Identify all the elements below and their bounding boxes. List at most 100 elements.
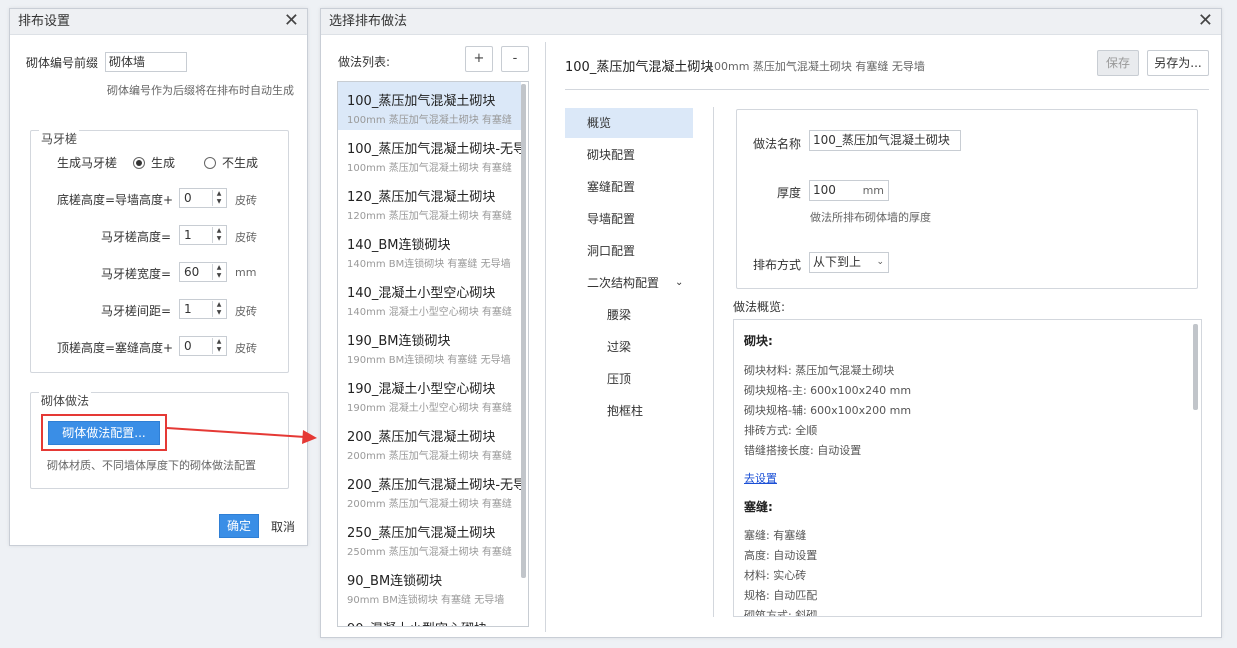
list-item[interactable]: 100_蒸压加气混凝土砌块-无导 100mm 蒸压加气混凝土砌块 有塞缝 (338, 130, 526, 178)
stepper-arrows-icon[interactable]: ▲ ▼ (212, 301, 225, 317)
nav-secondary-structure[interactable]: 二次结构配置 ⌄ (565, 268, 693, 298)
overview-label: 做法概览: (733, 300, 786, 314)
close-icon[interactable]: ✕ (1198, 9, 1213, 33)
dialog-title-bar: 排布设置 ✕ (10, 9, 307, 35)
masonry-method-hint: 砌体材质、不同墙体厚度下的砌体做法配置 (47, 459, 256, 472)
unit-label: 皮砖 (235, 342, 257, 355)
toothing-spacing-label: 马牙槎间距= (101, 304, 172, 318)
nav-coping[interactable]: 压顶 (565, 364, 693, 394)
bottom-toothing-label: 底槎高度=导墙高度+ (57, 193, 174, 207)
save-as-button[interactable]: 另存为... (1147, 50, 1209, 76)
nav-guide-wall-config[interactable]: 导墙配置 (565, 204, 693, 234)
cancel-button[interactable]: 取消 (271, 518, 295, 535)
unit-label: 皮砖 (235, 194, 257, 207)
method-list[interactable]: 100_蒸压加气混凝土砌块 100mm 蒸压加气混凝土砌块 有塞缝 100_蒸压加… (337, 81, 529, 627)
nav-block-config[interactable]: 砌块配置 (565, 140, 693, 170)
toothing-group-title: 马牙槎 (39, 130, 80, 147)
top-toothing-label: 顶槎高度=塞缝高度+ (57, 341, 174, 355)
dialog-title: 选择排布做法 (329, 14, 408, 29)
toothing-height-label: 马牙槎高度= (101, 230, 172, 244)
thickness-input[interactable]: 100 mm (809, 180, 889, 201)
overview-row: 规格: 自动匹配 (744, 589, 818, 602)
list-item[interactable]: 200_蒸压加气混凝土砌块 200mm 蒸压加气混凝土砌块 有塞缝 (338, 418, 521, 466)
block-section-title: 砌块: (744, 334, 773, 348)
divider (565, 89, 1209, 90)
stepper-arrows-icon[interactable]: ▲ ▼ (212, 190, 225, 206)
overview-row: 高度: 自动设置 (744, 549, 818, 562)
go-settings-link[interactable]: 去设置 (744, 470, 777, 486)
radio-checked-icon (133, 157, 145, 169)
list-item[interactable]: 190_BM连锁砌块 190mm BM连锁砌块 有塞缝 无导墙 (338, 322, 521, 370)
stepper-arrows-icon[interactable]: ▲ ▼ (212, 264, 225, 280)
chevron-down-icon[interactable]: ⌄ (675, 268, 683, 298)
unit-label: 皮砖 (235, 305, 257, 318)
nav-waist-beam[interactable]: 腰梁 (565, 300, 693, 330)
overview-row: 砌块材料: 蒸压加气混凝土砌块 (744, 364, 895, 377)
overview-panel: 砌块: 砌块材料: 蒸压加气混凝土砌块 砌块规格-主: 600x100x240 … (733, 319, 1202, 617)
overview-row: 砌筑方式: 斜砌 (744, 609, 818, 617)
list-item[interactable]: 120_蒸压加气混凝土砌块 120mm 蒸压加气混凝土砌块 有塞缝 (338, 178, 521, 226)
toothing-width-label: 马牙槎宽度= (101, 267, 172, 281)
divider (713, 107, 714, 617)
prefix-hint: 砌体编号作为后缀将在排布时自动生成 (107, 84, 294, 97)
list-scrollbar[interactable] (521, 84, 526, 578)
prefix-label: 砌体编号前缀 (26, 56, 99, 70)
nav-frame-column[interactable]: 抱框柱 (565, 396, 693, 426)
overview-row: 错缝搭接长度: 自动设置 (744, 444, 862, 457)
generate-toothing-label: 生成马牙槎 (57, 156, 118, 170)
overview-row: 材料: 实心砖 (744, 569, 807, 582)
top-toothing-stepper[interactable]: 0 ▲ ▼ (179, 336, 227, 356)
dialog-title: 排布设置 (18, 14, 71, 29)
list-item[interactable]: 200_蒸压加气混凝土砌块-无导 200mm 蒸压加气混凝土砌块 有塞缝 (338, 466, 526, 514)
method-name-input[interactable]: 100_蒸压加气混凝土砌块 (809, 130, 961, 151)
overview-row: 砌块规格-主: 600x100x240 mm (744, 384, 912, 397)
close-icon[interactable]: ✕ (284, 9, 299, 33)
dialog-title-bar: 选择排布做法 ✕ (321, 9, 1221, 35)
list-item[interactable]: 190_混凝土小型空心砌块 190mm 混凝土小型空心砌块 有塞缝 (338, 370, 521, 418)
chevron-down-icon: ⌄ (876, 257, 884, 267)
overview-scrollbar[interactable] (1193, 324, 1198, 410)
remove-method-button[interactable]: - (501, 46, 529, 72)
select-method-dialog: 选择排布做法 ✕ 做法列表: + - 100_蒸压加气混凝土砌块 100mm 蒸压… (320, 8, 1222, 638)
overview-row: 排砖方式: 全顺 (744, 424, 818, 437)
overview-row: 砌块规格-辅: 600x100x200 mm (744, 404, 912, 417)
list-item[interactable]: 90_混凝土小型空心砌块 (338, 610, 521, 626)
nav-overview[interactable]: 概览 (565, 108, 693, 138)
stepper-arrows-icon[interactable]: ▲ ▼ (212, 338, 225, 354)
toothing-width-stepper[interactable]: 60 ▲ ▼ (179, 262, 227, 282)
divider (545, 42, 546, 632)
radio-unchecked-icon (204, 157, 216, 169)
method-header-name: 100_蒸压加气混凝土砌块 (565, 60, 714, 75)
toothing-height-stepper[interactable]: 1 ▲ ▼ (179, 225, 227, 245)
layout-settings-dialog: 排布设置 ✕ 砌体编号前缀 砌体墙 砌体编号作为后缀将在排布时自动生成 马牙槎 … (9, 8, 308, 546)
ok-button[interactable]: 确定 (219, 514, 259, 538)
toothing-spacing-stepper[interactable]: 1 ▲ ▼ (179, 299, 227, 319)
method-name-label: 做法名称 (753, 137, 802, 151)
list-item[interactable]: 100_蒸压加气混凝土砌块 100mm 蒸压加气混凝土砌块 有塞缝 (338, 82, 521, 130)
save-button[interactable]: 保存 (1097, 50, 1139, 76)
unit-label: mm (235, 266, 257, 279)
bottom-toothing-stepper[interactable]: 0 ▲ ▼ (179, 188, 227, 208)
list-item[interactable]: 140_混凝土小型空心砌块 140mm 混凝土小型空心砌块 有塞缝 (338, 274, 521, 322)
red-arrow-icon (166, 427, 317, 444)
layout-direction-select[interactable]: 从下到上 ⌄ (809, 252, 889, 273)
radio-not-generate[interactable]: 不生成 (204, 154, 258, 171)
add-method-button[interactable]: + (465, 46, 493, 72)
nav-lintel[interactable]: 过梁 (565, 332, 693, 362)
thickness-label: 厚度 (777, 186, 802, 200)
overview-row: 塞缝: 有塞缝 (744, 529, 807, 542)
nav-joint-config[interactable]: 塞缝配置 (565, 172, 693, 202)
method-list-label: 做法列表: (338, 55, 391, 69)
joint-section-title: 塞缝: (744, 500, 773, 514)
list-item[interactable]: 140_BM连锁砌块 140mm BM连锁砌块 有塞缝 无导墙 (338, 226, 521, 274)
method-header-desc: 100mm 蒸压加气混凝土砌块 有塞缝 无导墙 (707, 60, 925, 73)
stepper-arrows-icon[interactable]: ▲ ▼ (212, 227, 225, 243)
list-item[interactable]: 90_BM连锁砌块 90mm BM连锁砌块 有塞缝 无导墙 (338, 562, 521, 610)
list-item[interactable]: 250_蒸压加气混凝土砌块 250mm 蒸压加气混凝土砌块 有塞缝 (338, 514, 521, 562)
thickness-hint: 做法所排布砌体墙的厚度 (810, 211, 931, 224)
prefix-input[interactable]: 砌体墙 (105, 52, 187, 72)
masonry-method-config-button[interactable]: 砌体做法配置... (48, 421, 160, 445)
method-form-box (736, 109, 1198, 289)
radio-generate[interactable]: 生成 (133, 154, 175, 171)
nav-opening-config[interactable]: 洞口配置 (565, 236, 693, 266)
